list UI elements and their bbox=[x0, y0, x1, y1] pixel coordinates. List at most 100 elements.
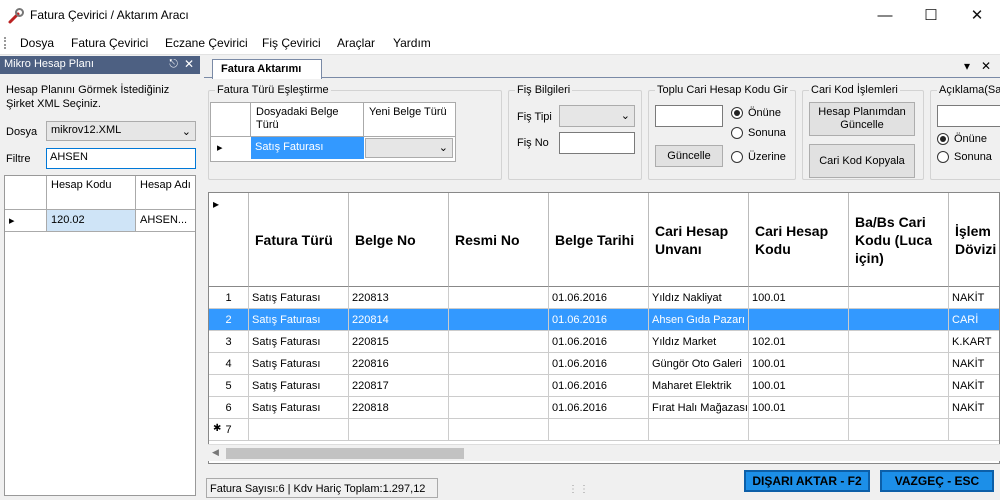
minimize-button[interactable]: — bbox=[862, 0, 908, 30]
fis-type-select[interactable]: ⌄ bbox=[559, 105, 635, 127]
cancel-button[interactable]: VAZGEÇ - ESC bbox=[880, 470, 994, 492]
cell-belge-tarihi[interactable]: 01.06.2016 bbox=[549, 353, 649, 375]
tab-fatura-aktarimi[interactable]: Fatura Aktarımı bbox=[212, 59, 322, 79]
scrollbar-thumb[interactable] bbox=[226, 448, 464, 459]
col-islem-dovizi[interactable]: İşlem Dövizi bbox=[949, 193, 999, 287]
col-hesap-kodu[interactable]: Hesap Kodu bbox=[47, 176, 136, 210]
cell-islem-dovizi[interactable]: K.KART bbox=[949, 331, 999, 353]
mapping-new-type-select[interactable]: ⌄ bbox=[365, 138, 453, 158]
cell-fatura-turu[interactable]: Satış Faturası bbox=[249, 353, 349, 375]
cell-resmi-no[interactable] bbox=[449, 375, 549, 397]
fis-no-input[interactable] bbox=[559, 132, 635, 154]
col-cari-hesap-kodu[interactable]: Cari Hesap Kodu bbox=[749, 193, 849, 287]
cell-belge-tarihi[interactable]: 01.06.2016 bbox=[549, 331, 649, 353]
cell-belge-no[interactable]: 220816 bbox=[349, 353, 449, 375]
col-resmi-no[interactable]: Resmi No bbox=[449, 193, 549, 287]
cell-islem-dovizi[interactable]: NAKİT bbox=[949, 353, 999, 375]
cell-cari-kod[interactable] bbox=[749, 309, 849, 331]
cell-belge-tarihi[interactable]: 01.06.2016 bbox=[549, 309, 649, 331]
toplu-cari-input[interactable] bbox=[655, 105, 723, 127]
new-row-cell[interactable] bbox=[549, 419, 649, 441]
scroll-left-icon[interactable]: ◀ bbox=[212, 447, 219, 458]
menu-fis-cevirici[interactable]: Fiş Çevirici bbox=[262, 36, 321, 50]
cell-cari-kod[interactable]: 100.01 bbox=[749, 375, 849, 397]
cell-islem-dovizi[interactable]: CARİ bbox=[949, 309, 999, 331]
cell-belge-tarihi[interactable]: 01.06.2016 bbox=[549, 397, 649, 419]
cell-resmi-no[interactable] bbox=[449, 309, 549, 331]
horizontal-scrollbar[interactable]: ◀ bbox=[208, 444, 1000, 461]
cell-belge-no[interactable]: 220818 bbox=[349, 397, 449, 419]
cell-cari-unvan[interactable]: Fırat Halı Mağazası bbox=[649, 397, 749, 419]
col-fatura-turu[interactable]: Fatura Türü bbox=[249, 193, 349, 287]
new-row-cell[interactable] bbox=[649, 419, 749, 441]
cell-fatura-turu[interactable]: Satış Faturası bbox=[249, 375, 349, 397]
cell-cari-kod[interactable]: 100.01 bbox=[749, 287, 849, 309]
new-row-cell[interactable] bbox=[749, 419, 849, 441]
cell-cari-unvan[interactable]: Yıldız Nakliyat bbox=[649, 287, 749, 309]
new-row-cell[interactable] bbox=[349, 419, 449, 441]
cell-cari-unvan[interactable]: Yıldız Market bbox=[649, 331, 749, 353]
col-belge-no[interactable]: Belge No bbox=[349, 193, 449, 287]
menu-fatura-cevirici[interactable]: Fatura Çevirici bbox=[71, 36, 148, 50]
cell-belge-no[interactable]: 220813 bbox=[349, 287, 449, 309]
cell-belge-no[interactable]: 220814 bbox=[349, 309, 449, 331]
cell-belge-no[interactable]: 220815 bbox=[349, 331, 449, 353]
cell-belge-tarihi[interactable]: 01.06.2016 bbox=[549, 375, 649, 397]
cell-resmi-no[interactable] bbox=[449, 397, 549, 419]
new-row-cell[interactable] bbox=[449, 419, 549, 441]
new-row-cell[interactable] bbox=[849, 419, 949, 441]
cell-babs-kod[interactable] bbox=[849, 287, 949, 309]
filter-input[interactable]: AHSEN bbox=[46, 148, 196, 169]
menu-araclar[interactable]: Araçlar bbox=[337, 36, 375, 50]
cell-babs-kod[interactable] bbox=[849, 309, 949, 331]
tab-close-icon[interactable]: ✕ bbox=[981, 59, 991, 73]
menu-dosya[interactable]: Dosya bbox=[20, 36, 54, 50]
table-row[interactable]: ▸ 120.02 AHSEN... bbox=[5, 210, 195, 232]
guncelle-button[interactable]: Güncelle bbox=[655, 145, 723, 167]
cell-cari-unvan[interactable]: Güngör Oto Galeri bbox=[649, 353, 749, 375]
cell-resmi-no[interactable] bbox=[449, 331, 549, 353]
aciklama-radio-sonuna[interactable]: Sonuna bbox=[937, 151, 992, 163]
radio-sonuna[interactable]: Sonuna bbox=[731, 127, 786, 139]
cell-fatura-turu[interactable]: Satış Faturası bbox=[249, 331, 349, 353]
col-belge-tarihi[interactable]: Belge Tarihi bbox=[549, 193, 649, 287]
cell-cari-unvan[interactable]: Maharet Elektrik bbox=[649, 375, 749, 397]
cell-babs-kod[interactable] bbox=[849, 353, 949, 375]
col-cari-hesap-unvani[interactable]: Cari Hesap Unvanı bbox=[649, 193, 749, 287]
cell-belge-tarihi[interactable]: 01.06.2016 bbox=[549, 287, 649, 309]
maximize-button[interactable]: ☐ bbox=[908, 0, 954, 30]
cell-fatura-turu[interactable]: Satış Faturası bbox=[249, 309, 349, 331]
col-babs-cari-kodu[interactable]: Ba/Bs Cari Kodu (Luca için) bbox=[849, 193, 949, 287]
close-window-button[interactable]: ✕ bbox=[954, 0, 1000, 30]
cell-resmi-no[interactable] bbox=[449, 287, 549, 309]
cell-cari-kod[interactable]: 102.01 bbox=[749, 331, 849, 353]
tab-dropdown-icon[interactable]: ▾ bbox=[964, 59, 970, 73]
cell-hesap-kodu[interactable]: 120.02 bbox=[47, 210, 136, 232]
cell-belge-no[interactable]: 220817 bbox=[349, 375, 449, 397]
aciklama-radio-onune[interactable]: Önüne bbox=[937, 133, 987, 145]
col-hesap-adi[interactable]: Hesap Adı bbox=[136, 176, 195, 210]
cell-babs-kod[interactable] bbox=[849, 375, 949, 397]
file-select[interactable]: mikrov12.XML ⌄ bbox=[46, 121, 196, 141]
col-yeni-belge[interactable]: Yeni Belge Türü bbox=[364, 103, 455, 137]
menu-yardim[interactable]: Yardım bbox=[393, 36, 431, 50]
cell-babs-kod[interactable] bbox=[849, 331, 949, 353]
cell-hesap-adi[interactable]: AHSEN... bbox=[136, 210, 195, 232]
cell-cari-kod[interactable]: 100.01 bbox=[749, 397, 849, 419]
cell-islem-dovizi[interactable]: NAKİT bbox=[949, 397, 999, 419]
cell-cari-unvan[interactable]: Ahsen Gıda Pazarı bbox=[649, 309, 749, 331]
cari-kod-kopyala-button[interactable]: Cari Kod Kopyala bbox=[809, 144, 915, 178]
radio-uzerine[interactable]: Üzerine bbox=[731, 151, 786, 163]
mapping-cell-belge[interactable]: Satış Faturası bbox=[251, 137, 364, 159]
pin-icon[interactable]: ⎋ bbox=[169, 58, 178, 71]
col-dosyadaki-belge[interactable]: Dosyadaki Belge Türü bbox=[251, 103, 364, 137]
panel-close-icon[interactable]: ✕ bbox=[184, 57, 194, 71]
new-row-cell[interactable] bbox=[949, 419, 999, 441]
menu-eczane-cevirici[interactable]: Eczane Çevirici bbox=[165, 36, 248, 50]
cell-islem-dovizi[interactable]: NAKİT bbox=[949, 287, 999, 309]
cell-fatura-turu[interactable]: Satış Faturası bbox=[249, 397, 349, 419]
export-button[interactable]: DIŞARI AKTAR - F2 bbox=[744, 470, 870, 492]
new-row-cell[interactable] bbox=[249, 419, 349, 441]
cell-babs-kod[interactable] bbox=[849, 397, 949, 419]
cell-islem-dovizi[interactable]: NAKİT bbox=[949, 375, 999, 397]
